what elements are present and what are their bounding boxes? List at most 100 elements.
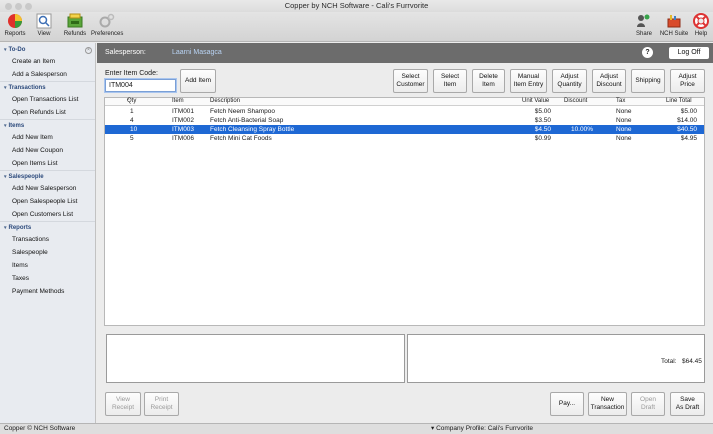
- company-profile-selector[interactable]: ▾ Company Profile: Cali's Furrvorite: [431, 424, 533, 434]
- column-header-description[interactable]: Description: [210, 98, 240, 104]
- disclosure-triangle-icon: ▾: [4, 47, 7, 53]
- minimize-window-button[interactable]: [15, 3, 22, 10]
- cell-line-total: $40.50: [677, 126, 697, 133]
- item-code-input[interactable]: ITM004: [105, 79, 176, 92]
- cell-unit-value: $4.50: [534, 126, 551, 133]
- sidebar-item-report-taxes[interactable]: Taxes: [12, 275, 29, 282]
- adjust-price-button[interactable]: Adjust Price: [670, 69, 705, 93]
- table-row[interactable]: 5 ITM006 Fetch Mini Cat Foods $0.99 None $4.9…: [105, 134, 704, 143]
- sidebar-heading-reports[interactable]: ▾ Reports: [4, 225, 31, 231]
- sidebar-heading-items[interactable]: ▾ Items: [4, 123, 24, 129]
- sidebar-divider: [0, 119, 95, 120]
- sidebar: × ▾ To-Do Create an Item Add a Salesperso…: [0, 43, 96, 423]
- cell-line-total: $4.95: [680, 135, 697, 142]
- gear-icon: [99, 13, 115, 28]
- preferences-toolbar-button[interactable]: Preferences: [91, 13, 123, 41]
- manual-item-entry-button[interactable]: Manual Item Entry: [510, 69, 547, 93]
- sidebar-item-open-customers-list[interactable]: Open Customers List: [12, 211, 73, 218]
- cell-tax: None: [616, 108, 632, 115]
- help-toolbar-button[interactable]: Help: [692, 13, 710, 41]
- cell-discount: 10.00%: [570, 126, 593, 133]
- delete-item-button[interactable]: Delete Item: [472, 69, 505, 93]
- cell-description: Fetch Mini Cat Foods: [210, 135, 272, 142]
- share-toolbar-button[interactable]: Share: [632, 13, 656, 41]
- sidebar-item-report-salespeople[interactable]: Salespeople: [12, 249, 48, 256]
- sidebar-item-add-new-item[interactable]: Add New Item: [12, 134, 53, 141]
- pay-button[interactable]: Pay...: [550, 392, 584, 416]
- sidebar-item-add-new-coupon[interactable]: Add New Coupon: [12, 147, 63, 154]
- cell-qty: 10: [130, 126, 138, 133]
- help-button[interactable]: ?: [642, 47, 653, 58]
- salesperson-name[interactable]: Laarni Masagca: [172, 49, 222, 56]
- log-off-button[interactable]: Log Off: [669, 47, 709, 59]
- item-code-label: Enter Item Code:: [105, 70, 158, 77]
- cell-line-total: $14.00: [677, 117, 697, 124]
- sidebar-divider: [0, 170, 95, 171]
- view-receipt-button[interactable]: View Receipt: [105, 392, 141, 416]
- table-row[interactable]: 4 ITM002 Fetch Anti-Bacterial Soap $3.50 Non…: [105, 116, 704, 125]
- cell-description: Fetch Neem Shampoo: [210, 108, 276, 115]
- cell-description: Fetch Anti-Bacterial Soap: [210, 117, 284, 124]
- table-header: Qty ^ Item Description Unit Value Discou…: [105, 98, 704, 106]
- refunds-toolbar-button[interactable]: Refunds: [62, 13, 88, 41]
- sidebar-item-add-salesperson[interactable]: Add a Salesperson: [12, 71, 67, 78]
- adjust-quantity-button[interactable]: Adjust Quantity: [552, 69, 587, 93]
- cell-unit-value: $0.99: [534, 135, 551, 142]
- main-toolbar: Reports View Refunds Preferences Share N…: [0, 12, 713, 42]
- column-header-unit-value[interactable]: Unit Value: [522, 98, 549, 104]
- sort-ascending-icon: ^: [127, 98, 130, 104]
- refunds-register-icon: [67, 13, 83, 28]
- add-item-button[interactable]: Add Item: [180, 69, 216, 93]
- sidebar-heading-transactions[interactable]: ▾ Transactions: [4, 85, 46, 91]
- column-header-discount[interactable]: Discount: [564, 98, 587, 104]
- sidebar-item-open-transactions-list[interactable]: Open Transactions List: [12, 96, 78, 103]
- column-header-tax[interactable]: Tax: [616, 98, 625, 104]
- open-draft-button[interactable]: Open Draft: [631, 392, 665, 416]
- adjust-discount-button[interactable]: Adjust Discount: [592, 69, 626, 93]
- sidebar-item-open-items-list[interactable]: Open Items List: [12, 160, 58, 167]
- sidebar-item-add-new-salesperson[interactable]: Add New Salesperson: [12, 185, 76, 192]
- sidebar-item-open-refunds-list[interactable]: Open Refunds List: [12, 109, 66, 116]
- sidebar-item-create-item[interactable]: Create an Item: [12, 58, 55, 65]
- transaction-items-table[interactable]: Qty ^ Item Description Unit Value Discou…: [104, 97, 705, 326]
- magnifier-icon: [36, 13, 52, 29]
- cell-unit-value: $5.00: [534, 108, 551, 115]
- select-item-button[interactable]: Select Item: [433, 69, 467, 93]
- cell-qty: 4: [130, 117, 134, 124]
- close-window-button[interactable]: [5, 3, 12, 10]
- sidebar-item-report-items[interactable]: Items: [12, 262, 28, 269]
- zoom-window-button[interactable]: [25, 3, 32, 10]
- cell-line-total: $5.00: [680, 108, 697, 115]
- cell-tax: None: [616, 117, 632, 124]
- table-row[interactable]: 10 ITM003 Fetch Cleansing Spray Bottle $4.5…: [105, 125, 704, 134]
- sidebar-heading-todo[interactable]: ▾ To-Do: [4, 47, 25, 53]
- new-transaction-button[interactable]: New Transaction: [588, 392, 627, 416]
- share-icon: [637, 14, 650, 27]
- cell-item: ITM001: [172, 108, 195, 115]
- sidebar-collapse-icon[interactable]: ×: [85, 47, 92, 54]
- print-receipt-button[interactable]: Print Receipt: [144, 392, 179, 416]
- cell-qty: 5: [130, 135, 134, 142]
- reports-toolbar-button[interactable]: Reports: [3, 13, 27, 41]
- sidebar-item-report-transactions[interactable]: Transactions: [12, 236, 49, 243]
- notes-panel[interactable]: [106, 334, 405, 383]
- window-title: Copper by NCH Software - Cali's Furrvori…: [284, 1, 429, 10]
- table-row[interactable]: 1 ITM001 Fetch Neem Shampoo $5.00 None $5.00: [105, 107, 704, 116]
- salesperson-label: Salesperson:: [105, 49, 146, 56]
- copyright-text: Copper © NCH Software: [4, 425, 76, 432]
- save-as-draft-button[interactable]: Save As Draft: [670, 392, 705, 416]
- total-label: Total:: [661, 358, 677, 365]
- column-header-item[interactable]: Item: [172, 98, 184, 104]
- nch-suite-toolbar-button[interactable]: NCH Suite: [659, 13, 689, 41]
- sidebar-item-report-payment-methods[interactable]: Payment Methods: [12, 288, 64, 295]
- window-title-bar: Copper by NCH Software - Cali's Furrvori…: [0, 0, 713, 12]
- cell-description: Fetch Cleansing Spray Bottle: [210, 126, 295, 133]
- view-toolbar-button[interactable]: View: [32, 13, 56, 41]
- column-header-line-total[interactable]: Line Total: [666, 98, 692, 104]
- reports-pie-icon: [8, 14, 22, 28]
- select-customer-button[interactable]: Select Customer: [393, 69, 428, 93]
- cell-item: ITM003: [172, 126, 195, 133]
- shipping-button[interactable]: Shipping: [631, 69, 665, 93]
- sidebar-item-open-salespeople-list[interactable]: Open Salespeople List: [12, 198, 77, 205]
- sidebar-heading-salespeople[interactable]: ▾ Salespeople: [4, 174, 44, 180]
